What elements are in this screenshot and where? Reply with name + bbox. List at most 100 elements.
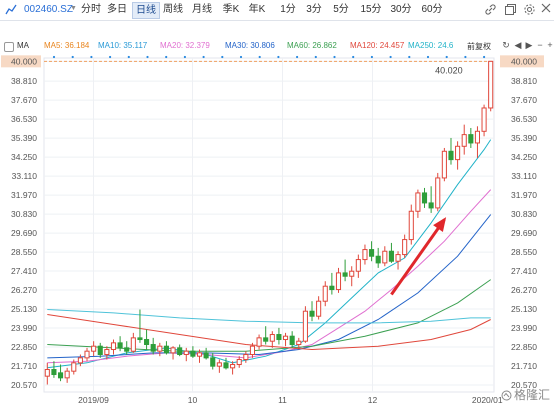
event-dot-0 <box>52 55 56 59</box>
candle-body-13 <box>130 337 136 352</box>
link-icon[interactable] <box>484 3 497 16</box>
timeframe-tab-5[interactable]: 季K <box>220 2 242 17</box>
candle-body-54 <box>402 239 408 256</box>
candle-body-0 <box>44 369 50 377</box>
event-dot-10 <box>239 55 243 59</box>
candle-body-23 <box>196 352 203 357</box>
y-tick-right-16: 38.810 <box>511 76 537 86</box>
candle-body-14 <box>137 337 143 341</box>
event-dot-21 <box>445 55 448 59</box>
timeframe-tab-6[interactable]: 年K <box>246 2 268 17</box>
candle-body-49 <box>369 249 375 257</box>
timeframe-tab-12[interactable]: 60分 <box>420 2 444 17</box>
chevron-down-icon[interactable]: ▼ <box>70 5 77 12</box>
settings-gear-icon[interactable] <box>523 3 536 16</box>
ma-value-4: MA60: 26.862 <box>287 41 337 50</box>
candle-body-24 <box>203 352 209 359</box>
y-tick-left-10: 31.970 <box>11 190 37 200</box>
ticker-symbol[interactable]: 002460.SZ <box>24 4 73 15</box>
ma-value-3: MA30: 30.806 <box>225 41 275 50</box>
adjust-mode-label[interactable]: 前复权 <box>467 41 491 52</box>
chart-toolbar: 002460.SZ ▼ 分时 多日 日线 周线 月线 季K 年K 1分 3分 5分 15分 30分 60… <box>0 0 554 21</box>
candle-body-66 <box>481 107 487 132</box>
timeframe-tab-0[interactable]: 分时 <box>80 2 102 17</box>
timeframe-tab-10[interactable]: 15分 <box>359 2 383 17</box>
timeframe-tab-2[interactable]: 日线 <box>132 2 160 19</box>
timeframe-tab-4[interactable]: 月线 <box>190 2 214 17</box>
candle-body-9 <box>104 349 110 356</box>
candle-body-39 <box>302 310 308 342</box>
timeframe-tab-3[interactable]: 周线 <box>162 2 184 17</box>
ma-value-6: MA250: 24.6 <box>408 41 454 50</box>
candle-body-48 <box>362 249 368 261</box>
zoom-in-icon[interactable]: + <box>545 40 554 50</box>
candle-body-43 <box>329 285 335 291</box>
y-tick-left-5: 26.270 <box>11 285 37 295</box>
event-dot-4 <box>127 55 130 59</box>
x-tick-1: 10 <box>188 395 198 405</box>
candle-body-37 <box>289 335 295 346</box>
candle-body-20 <box>177 347 183 356</box>
candle-body-5 <box>77 357 83 364</box>
refresh-icon[interactable]: ↻ <box>501 40 511 50</box>
candle-body-47 <box>355 259 361 272</box>
candle-body-45 <box>342 272 348 277</box>
copy-icon[interactable] <box>504 3 517 16</box>
event-dot-15 <box>333 55 336 59</box>
y-tick-left-1: 21.710 <box>11 361 37 371</box>
arrow-right-icon[interactable]: ▶ <box>524 40 534 50</box>
candlestick-chart[interactable]: 20.570 20.57021.710 21.71022.850 22.85023.9… <box>0 54 554 407</box>
event-dot-3 <box>109 55 112 59</box>
event-dot-5 <box>146 55 149 59</box>
candle-body-44 <box>335 272 342 291</box>
y-tick-left-13: 35.390 <box>11 133 37 143</box>
watermark: 格隆汇 <box>501 386 550 403</box>
y-tick-left-17: 40.000 <box>11 56 37 66</box>
candle-body-22 <box>190 350 196 357</box>
arrow-left-icon[interactable]: ◀ <box>513 40 523 50</box>
timeframe-tab-1[interactable]: 多日 <box>105 2 129 17</box>
candle-body-50 <box>375 255 381 264</box>
y-tick-left-3: 23.990 <box>11 323 37 333</box>
y-tick-left-4: 25.130 <box>11 304 37 314</box>
candle-body-38 <box>296 340 302 346</box>
candle-body-19 <box>170 347 176 354</box>
timeframe-tab-9[interactable]: 5分 <box>331 2 351 17</box>
candle-body-32 <box>256 337 262 347</box>
ma-toggle-checkbox[interactable] <box>4 42 14 52</box>
candle-body-12 <box>124 347 130 352</box>
ma-value-1: MA10: 35.117 <box>98 41 148 50</box>
candle-body-36 <box>282 335 289 341</box>
candle-body-34 <box>269 334 275 342</box>
candle-body-64 <box>468 134 474 144</box>
candle-body-6 <box>84 350 90 359</box>
timeframe-tab-7[interactable]: 1分 <box>278 2 298 17</box>
zoom-out-icon[interactable]: − <box>535 40 545 50</box>
watermark-text: 格隆汇 <box>513 388 550 402</box>
candle-body-2 <box>57 372 64 379</box>
timeframe-tab-8[interactable]: 3分 <box>304 2 324 17</box>
event-dot-13 <box>296 55 299 59</box>
candle-body-10 <box>110 342 117 351</box>
candle-body-55 <box>408 210 414 241</box>
candle-body-56 <box>415 192 421 212</box>
timeframe-tab-11[interactable]: 30分 <box>389 2 413 17</box>
candle-body-31 <box>249 345 256 356</box>
candle-body-35 <box>276 334 282 341</box>
y-tick-right-17: 40.000 <box>511 56 537 66</box>
event-dot-12 <box>277 55 280 59</box>
candle-body-30 <box>243 354 249 361</box>
event-dot-23 <box>483 55 486 59</box>
close-icon[interactable] <box>541 3 554 16</box>
candle-body-62 <box>455 145 461 161</box>
y-tick-left-0: 20.570 <box>11 380 37 390</box>
y-tick-right-5: 26.270 <box>511 285 537 295</box>
candle-body-46 <box>349 270 355 277</box>
event-dot-19 <box>408 55 411 59</box>
ma-line-ma30 <box>47 214 492 359</box>
event-dot-16 <box>352 55 355 59</box>
candle-body-11 <box>117 342 123 349</box>
candle-body-42 <box>322 285 328 302</box>
event-dot-11 <box>258 55 261 59</box>
stock-chart-icon <box>5 4 17 15</box>
